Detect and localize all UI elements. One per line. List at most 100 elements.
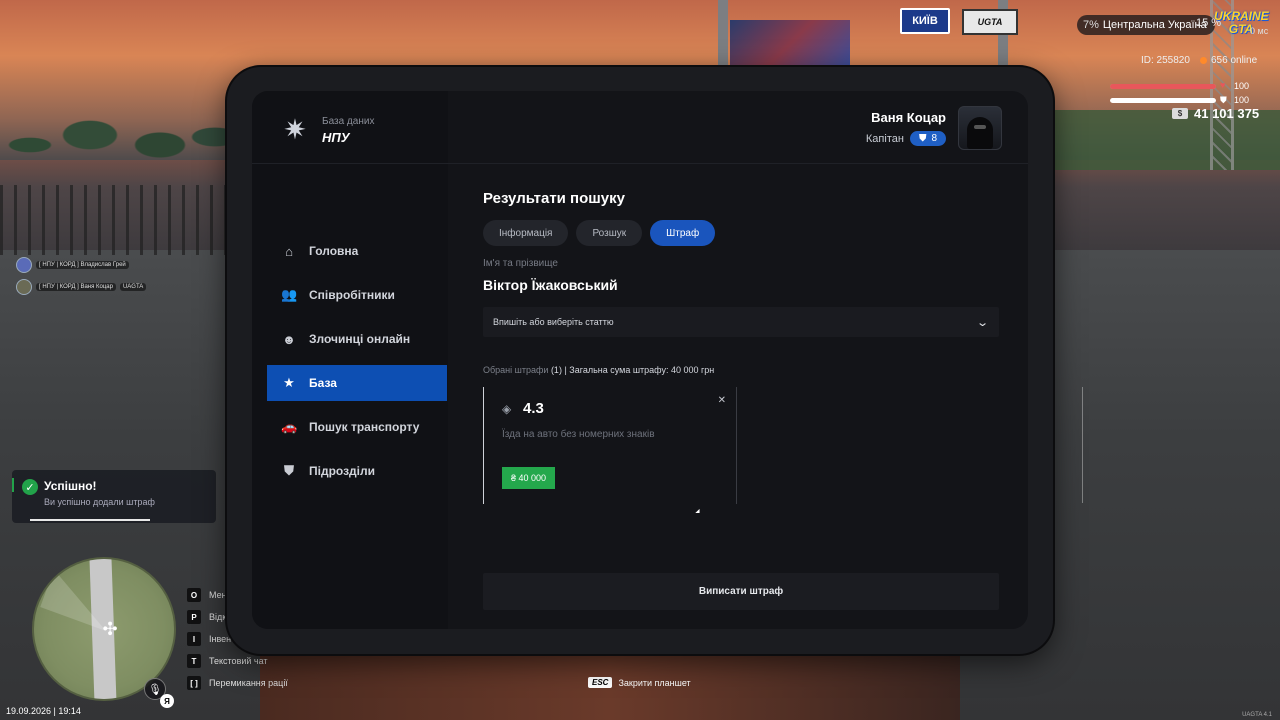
- money-display: $ 41 101 375: [1172, 106, 1259, 121]
- region-left-percent: 7%: [1083, 19, 1099, 31]
- voice-avatar: [16, 257, 32, 273]
- tablet-screen: ✷ База даних НПУ ⌂ Головна 👥 Співробітни…: [252, 91, 1028, 629]
- armor-bar-fill: [1110, 98, 1216, 103]
- online-count: 656 online: [1211, 55, 1258, 66]
- key-label: Перемикання рації: [209, 678, 288, 688]
- voice-chat-list: [ НПУ | КОРД ] Владислав Грей [ НПУ | КО…: [16, 257, 147, 295]
- player-id: ID: 255820: [1141, 55, 1190, 66]
- sidebar-item-label: Пошук транспорту: [309, 420, 420, 434]
- fine-code: 4.3: [523, 400, 544, 417]
- brand: ✷ База даних НПУ: [278, 113, 374, 147]
- success-toast: ✓ Успішно! Ви успішно додали штраф: [12, 470, 216, 523]
- tag-icon: ◈: [502, 402, 512, 416]
- health-value: 100: [1234, 81, 1250, 91]
- key-label: Мені: [209, 590, 229, 600]
- tab-fine[interactable]: Штраф: [650, 220, 716, 246]
- toast-text: Ви успішно додали штраф: [44, 497, 155, 507]
- article-select[interactable]: Впишіть або виберіть статтю ⌄: [483, 307, 999, 337]
- users-icon: 👥: [281, 287, 298, 302]
- key-cap: I: [187, 632, 201, 646]
- health-bar: [1110, 84, 1216, 89]
- car-icon: 🚗: [281, 419, 298, 434]
- esc-key: ESC: [588, 677, 613, 688]
- sidebar-item-criminals[interactable]: ☻ Злочинці онлайн: [267, 321, 447, 357]
- fine-amount: ₴ 40 000: [502, 467, 556, 489]
- billboard-screen: [730, 20, 850, 68]
- heart-icon: ♥: [1220, 80, 1226, 90]
- chevron-down-icon: ⌄: [975, 316, 989, 329]
- article-select-placeholder: Впишіть або виберіть статтю: [493, 317, 614, 327]
- sidebar-divider: [252, 163, 448, 164]
- voice-name: [ НПУ | КОРД ] Ваня Коцар: [36, 283, 116, 291]
- keybind-row: T Текстовий чат: [187, 654, 288, 668]
- toast-title: Успішно!: [44, 479, 97, 493]
- road-sign-kyiv: КИЇВ: [900, 8, 950, 34]
- build-version: UAGTA 4.1: [1242, 712, 1272, 718]
- tab-information[interactable]: Інформація: [483, 220, 569, 246]
- keybind-row: [ ] Перемикання рації: [187, 676, 288, 690]
- toast-progress: [30, 519, 150, 521]
- sidebar-item-units[interactable]: ⛊ Підрозділи: [267, 453, 447, 489]
- shield-icon: ⛊: [284, 463, 294, 478]
- key-cap: O: [187, 588, 201, 602]
- person-name: Віктор Їжаковський: [483, 277, 618, 293]
- language-badge: Я: [160, 694, 174, 708]
- online-counter: 656 online: [1200, 55, 1257, 66]
- key-cap: T: [187, 654, 201, 668]
- checkmark-icon: ✓: [22, 479, 38, 495]
- brand-title: НПУ: [322, 129, 350, 145]
- road-sign-logo: UGTA: [962, 9, 1018, 35]
- voice-badge: UAGTA: [119, 283, 147, 291]
- summary-count: (1): [550, 365, 562, 375]
- background-fence: [0, 185, 240, 255]
- summary-prefix: Обрані штрафи: [483, 365, 549, 375]
- online-dot-icon: [1200, 57, 1207, 64]
- summary-total: | Загальна сума штрафу: 40 000 грн: [564, 365, 715, 375]
- tabs: Інформація Розшук Штраф: [483, 220, 716, 246]
- page-title: Результати пошуку: [483, 190, 625, 207]
- sidebar-item-label: База: [309, 376, 337, 390]
- armor-bar: [1110, 98, 1216, 103]
- key-label: Відк: [209, 612, 227, 622]
- fine-card: ✕ ◈ 4.3 Їзда на авто без номерних знаків…: [483, 387, 737, 504]
- region-name: Центральна Україна: [1102, 19, 1207, 31]
- sidebar-nav: ⌂ Головна 👥 Співробітники ☻ Злочинці онл…: [267, 233, 447, 497]
- key-cap: [ ]: [187, 676, 201, 690]
- background-pole: [1082, 387, 1083, 503]
- brand-subtitle: База даних: [322, 115, 375, 127]
- sidebar-item-home[interactable]: ⌂ Головна: [267, 233, 447, 269]
- armor-icon: ⛊: [1220, 95, 1227, 105]
- sidebar: ✷ База даних НПУ ⌂ Головна 👥 Співробітни…: [252, 91, 448, 629]
- sidebar-item-label: Злочинці онлайн: [309, 332, 411, 346]
- voice-chat-row: [ НПУ | КОРД ] Ваня Коцар UAGTA: [16, 279, 147, 295]
- region-indicator: 7% Центральна Україна: [1077, 15, 1215, 35]
- fine-description: Їзда на авто без номерних знаків: [502, 429, 655, 440]
- tab-wanted[interactable]: Розшук: [576, 220, 643, 246]
- fines-summary: Обрані штрафи (1) | Загальна сума штрафу…: [483, 365, 714, 375]
- toast-accent: [12, 478, 14, 492]
- criminal-icon: ☻: [282, 331, 296, 347]
- esc-label: Закрити планшет: [618, 677, 691, 688]
- sidebar-item-vehicle-search[interactable]: 🚗 Пошук транспорту: [267, 409, 447, 445]
- police-star-icon: ✷: [283, 114, 307, 145]
- sidebar-item-label: Підрозділи: [309, 464, 375, 478]
- issue-fine-button[interactable]: Виписати штраф: [483, 573, 999, 610]
- key-cap: P: [187, 610, 201, 624]
- close-icon[interactable]: ✕: [718, 395, 726, 406]
- voice-name: [ НПУ | КОРД ] Владислав Грей: [36, 261, 129, 269]
- home-icon: ⌂: [285, 243, 293, 259]
- main-content: Результати пошуку Інформація Розшук Штра…: [483, 91, 999, 629]
- money-amount: 41 101 375: [1194, 106, 1260, 121]
- sidebar-item-label: Головна: [309, 244, 359, 258]
- sidebar-item-database[interactable]: ★ База: [267, 365, 447, 401]
- armor-value: 100: [1234, 95, 1250, 105]
- player-marker-icon: ✣: [102, 619, 118, 639]
- key-label: Текстовий чат: [209, 656, 268, 666]
- sidebar-item-employees[interactable]: 👥 Співробітники: [267, 277, 447, 313]
- ping-indicator: 0 мс: [1250, 26, 1269, 36]
- close-tablet-hint: ESC Закрити планшет: [588, 677, 691, 688]
- date-time: 19.09.2026 | 19:14: [6, 706, 81, 716]
- voice-chat-row: [ НПУ | КОРД ] Владислав Грей: [16, 257, 146, 273]
- money-icon: $: [1172, 108, 1188, 119]
- star-icon: ★: [283, 375, 295, 390]
